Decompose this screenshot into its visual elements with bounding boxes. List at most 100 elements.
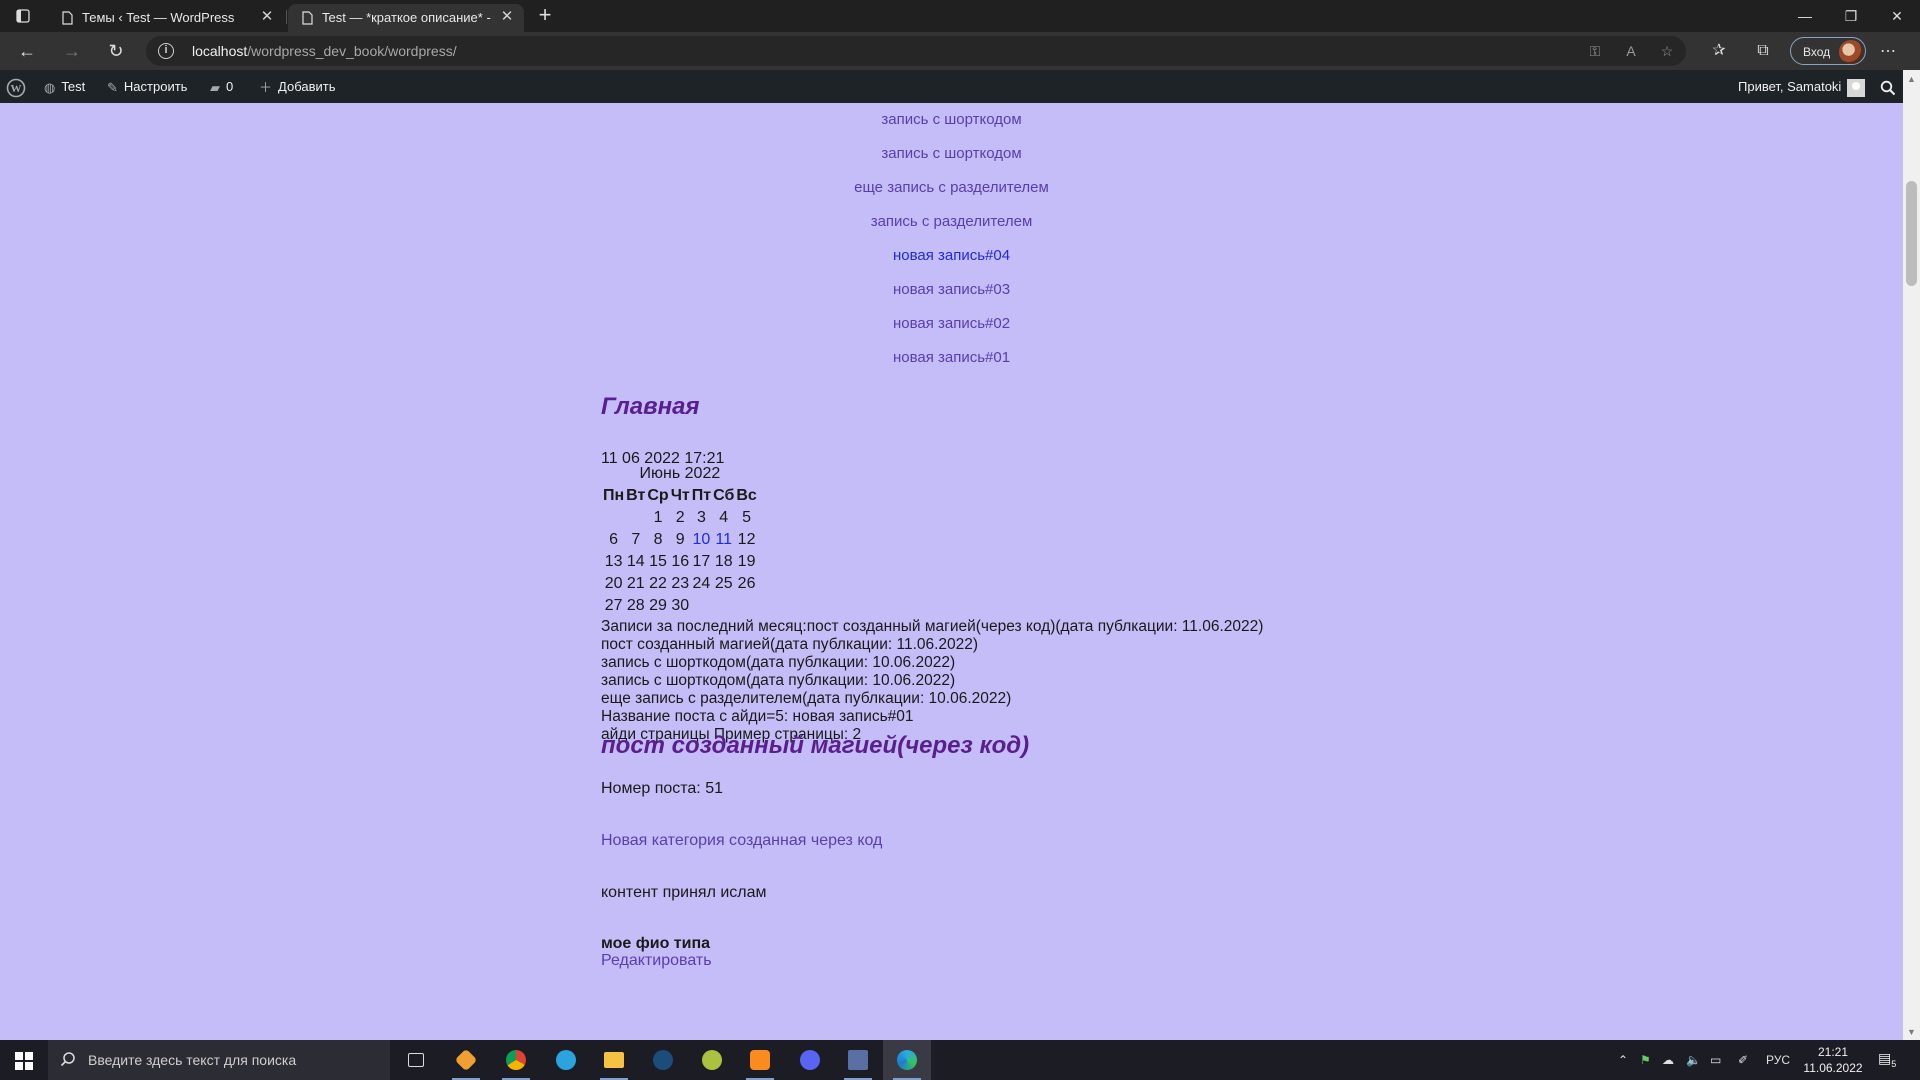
site-name-item[interactable]: ◍ Test (44, 70, 85, 103)
customize-item[interactable]: ✎ Настроить (107, 70, 187, 103)
back-icon[interactable]: ← (13, 38, 41, 64)
tab-title: Темы ‹ Test — WordPress (82, 10, 235, 25)
page-heading: Главная (601, 393, 700, 420)
calendar-day: 15 (649, 553, 667, 570)
my-account-item[interactable]: Привет, Samatoki (1738, 70, 1866, 103)
calendar-weekday: Вс (736, 487, 757, 504)
telegram-app-icon[interactable] (542, 1040, 590, 1080)
wp-admin-bar: W ◍ Test ✎ Настроить ▰ 0 ＋ Добавить Привет, … (0, 70, 1920, 103)
close-window-icon[interactable]: ✕ (1874, 0, 1920, 32)
post-category-link[interactable]: Новая категория созданная через код (601, 832, 882, 850)
network-icon[interactable]: ▭ (1710, 1040, 1721, 1080)
monthly-post-entry: запись с шорткодом(дата публкации: 10.06… (601, 654, 956, 671)
calendar-weekday: Сб (713, 487, 735, 504)
tab-title: Test — *краткое описание* - (322, 10, 491, 25)
onedrive-icon[interactable]: ☁ (1662, 1040, 1674, 1080)
taskbar-search-input[interactable]: Введите здесь текст для поиска (48, 1040, 390, 1080)
svg-text:W: W (11, 83, 22, 95)
calendar-day: 30 (671, 597, 690, 614)
read-aloud-icon[interactable]: A (1622, 43, 1640, 59)
calendar-day: 3 (696, 509, 706, 526)
calculator-app-icon[interactable] (834, 1040, 882, 1080)
monthly-posts-list: Записи за последний месяц:пост созданный… (601, 618, 1263, 744)
site-info-icon[interactable]: i (158, 43, 174, 59)
calendar-day: 8 (653, 531, 663, 548)
post-number: Номер поста: 51 (601, 780, 723, 797)
add-favorite-icon[interactable]: ☆ (1658, 43, 1676, 59)
calendar-day[interactable]: 11 (713, 529, 734, 551)
chrome-app-icon[interactable] (492, 1040, 540, 1080)
post-link[interactable]: еще запись с разделителем (600, 179, 1303, 213)
restore-icon[interactable]: ❐ (1828, 0, 1874, 32)
taskbar-clock[interactable]: 21:21 11.06.2022 (1798, 1044, 1868, 1076)
brush-icon: ✎ (107, 80, 118, 96)
close-tab-icon[interactable]: ✕ (500, 9, 514, 24)
address-url[interactable]: localhost/wordpress_dev_book/wordpress/ (192, 43, 457, 59)
close-tab-icon[interactable]: ✕ (260, 9, 274, 24)
windows-taskbar: Введите здесь текст для поиска ⌃ ⚑ ☁ 🔈 ▭… (0, 1040, 1920, 1080)
post-link[interactable]: запись с разделителем (600, 213, 1303, 247)
post-link[interactable]: новая запись#01 (600, 349, 1303, 383)
search-icon[interactable] (1880, 70, 1896, 103)
show-hidden-icons-icon[interactable]: ⌃ (1618, 1040, 1628, 1080)
pen-icon[interactable]: ✐ (1738, 1040, 1748, 1080)
calendar-weekday: Пн (603, 487, 625, 504)
calendar-day: 28 (626, 597, 645, 614)
post-link[interactable]: запись с шорткодом (600, 145, 1303, 179)
user-avatar (1847, 78, 1866, 97)
main-content: Главная 11 06 2022 17:21 Июнь 2022 Пн Вт С… (601, 393, 1501, 969)
sublime-app-icon[interactable] (736, 1040, 784, 1080)
monthly-post-entry: пост созданный магией(дата публкации: 11… (601, 636, 979, 653)
edge-app-icon[interactable] (883, 1040, 931, 1080)
comments-item[interactable]: ▰ 0 (210, 70, 233, 103)
calendar-day: 18 (714, 553, 733, 570)
scroll-down-icon[interactable]: ▼ (1907, 1027, 1916, 1037)
post-link[interactable]: новая запись#04 (600, 247, 1303, 281)
windows-start-icon[interactable] (0, 1040, 48, 1080)
calendar-day: 25 (714, 575, 733, 592)
post-link[interactable]: запись с шорткодом (600, 111, 1303, 145)
favorites-icon[interactable]: ✰ (1708, 41, 1730, 61)
collections-icon[interactable]: ⧉ (1752, 41, 1774, 61)
discord-app-icon[interactable] (786, 1040, 834, 1080)
tennis-app-icon[interactable] (688, 1040, 736, 1080)
notification-icon[interactable]: ▤5 (1878, 1050, 1898, 1070)
add-new-item[interactable]: ＋ Добавить (259, 70, 335, 103)
task-view-icon[interactable] (392, 1040, 440, 1080)
minimize-icon[interactable]: — (1782, 0, 1828, 32)
edit-post-link[interactable]: Редактировать (601, 952, 712, 970)
page-scrollbar[interactable]: ▲ ▼ (1903, 70, 1920, 1040)
calendar-day: 29 (649, 597, 667, 614)
calendar-day: 1 (653, 509, 663, 526)
signin-button[interactable]: Вход (1790, 37, 1866, 65)
new-tab-icon[interactable]: + (533, 4, 557, 28)
calendar-day: 5 (742, 509, 752, 526)
post-link[interactable]: новая запись#03 (600, 281, 1303, 315)
more-menu-icon[interactable]: ⋯ (1880, 41, 1896, 61)
wordpress-logo-icon[interactable]: W (6, 70, 26, 103)
tab-current[interactable]: Test — *краткое описание* - ✕ (288, 4, 524, 32)
language-indicator[interactable]: РУС (1766, 1040, 1790, 1080)
calendar-day[interactable]: 10 (692, 529, 711, 551)
calendar-empty-cell (692, 595, 711, 617)
volume-icon[interactable]: 🔈 (1686, 1040, 1701, 1080)
scrollbar-thumb[interactable] (1906, 181, 1917, 286)
flag-icon[interactable]: ⚑ (1640, 1040, 1651, 1080)
forward-icon[interactable]: → (58, 38, 86, 64)
dashboard-icon: ◍ (44, 80, 56, 96)
calendar-day: 23 (671, 575, 690, 592)
tab-actions-icon[interactable] (10, 6, 36, 26)
address-bar[interactable]: i localhost/wordpress_dev_book/wordpress… (146, 36, 1686, 66)
scroll-up-icon[interactable]: ▲ (1907, 74, 1916, 84)
calendar-day: 27 (604, 597, 623, 614)
key-icon[interactable]: ⚿ (1586, 43, 1604, 59)
git-app-icon[interactable] (442, 1040, 490, 1080)
post-title[interactable]: пост созданный магией(через код) (601, 732, 1029, 760)
calendar-weekday: Чт (670, 487, 690, 504)
file-explorer-icon[interactable] (590, 1040, 638, 1080)
steam-app-icon[interactable] (639, 1040, 687, 1080)
tab-themes[interactable]: Темы ‹ Test — WordPress ✕ (48, 4, 284, 32)
post-link[interactable]: новая запись#02 (600, 315, 1303, 349)
reload-icon[interactable]: ↻ (102, 38, 130, 64)
page-icon (62, 11, 73, 25)
